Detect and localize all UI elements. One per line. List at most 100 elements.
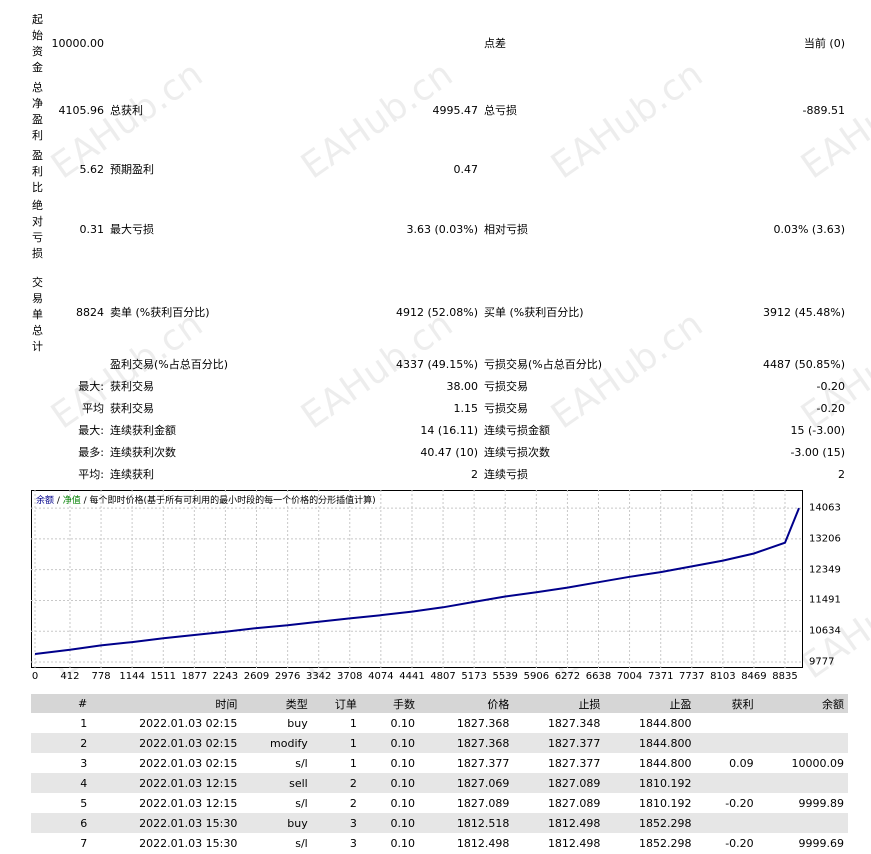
table-header-cell[interactable]: 获利: [695, 694, 758, 713]
chart-legend: 余额 / 净值 / 每个即时价格(基于所有可利用的最小时段的每一个价格的分形插值…: [36, 493, 376, 506]
gross-loss-value: -889.51: [802, 104, 845, 117]
x-tick-label: 778: [91, 671, 111, 682]
watermark-text: EAHub.cn: [793, 53, 871, 188]
table-cell: [695, 773, 758, 793]
table-cell: 10000.09: [791, 756, 845, 770]
table-cell: s/l: [295, 836, 308, 850]
table-cell: 1827.348: [547, 716, 601, 730]
table-cell: 3: [80, 756, 88, 770]
max-consec-loss-count-label: 连续亏损次数: [484, 446, 550, 459]
table-cell: 1812.518: [419, 813, 514, 833]
x-tick-label: 7371: [647, 671, 674, 682]
short-positions-value: 4912 (52.08%): [395, 306, 478, 319]
table-cell: s/l: [295, 796, 308, 810]
table-cell: 0.09: [729, 756, 754, 770]
relative-drawdown-label: 相对亏损: [484, 223, 528, 236]
table-header-cell[interactable]: 价格: [419, 694, 514, 713]
table-cell: 0.10: [390, 796, 416, 810]
total-net-profit-value: 4105.96: [58, 104, 105, 117]
table-cell: 1812.498: [547, 836, 601, 850]
average-profit-value: 1.15: [453, 402, 479, 415]
table-cell: 2022.01.03 15:30: [139, 836, 238, 850]
table-header-cell[interactable]: 止损: [513, 694, 605, 713]
x-tick-label: 1511: [150, 671, 176, 682]
max-consec-amount-prefix: 最大:: [78, 424, 104, 437]
table-cell: 1844.800: [604, 733, 696, 753]
max-consec-count-prefix: 最多:: [78, 446, 104, 459]
table-cell: 1852.298: [604, 813, 696, 833]
table-cell: -0.20: [725, 836, 754, 850]
table-header-cell[interactable]: 订单: [311, 694, 361, 713]
x-tick-label: 2243: [212, 671, 239, 682]
table-cell: 1810.192: [639, 796, 692, 810]
table-cell: [758, 713, 848, 733]
deals-table: # 时间 类型 订单 手数 价格 止损 止盈 获利 余额 1 2022.01.03 02:15 buy…: [31, 694, 848, 853]
max-consec-win-amount-value: 14 (16.11): [420, 424, 478, 437]
table-cell: [757, 813, 848, 833]
x-tick-label: 1877: [181, 671, 208, 682]
total-trades-value: 8824: [76, 306, 104, 319]
legend-balance: 余额: [36, 496, 55, 506]
absolute-drawdown-label: 绝对亏损: [32, 199, 43, 260]
x-tick-label: 8469: [741, 671, 767, 682]
watermark-text: EAHub.cn: [543, 53, 711, 188]
y-tick-label: 12349: [809, 564, 841, 576]
spread-label: 点差: [484, 37, 506, 50]
table-cell: 3: [349, 836, 357, 850]
table-cell: 1852.298: [639, 836, 692, 850]
average-prefix: 平均: [82, 402, 104, 415]
gross-profit-value: 4995.47: [432, 104, 479, 117]
table-cell: 1827.368: [456, 716, 510, 730]
x-tick-label: 0: [31, 671, 39, 682]
table-header-cell[interactable]: 时间: [91, 694, 242, 713]
table-cell: buy: [241, 813, 312, 833]
table-row[interactable]: 7 2022.01.03 15:30 s/l 3 0.10 1812.498 1812.49…: [31, 833, 848, 853]
table-cell: 1827.089: [547, 796, 601, 810]
table-header-cell[interactable]: 手数: [360, 694, 420, 713]
table-header-cell[interactable]: 类型: [241, 694, 312, 713]
table-header-cell[interactable]: 止盈: [604, 694, 696, 713]
table-header-cell[interactable]: #: [31, 694, 92, 713]
table-row[interactable]: 5 2022.01.03 12:15 s/l 2 0.10 1827.089 1827.08…: [31, 793, 848, 813]
table-cell: 1810.192: [604, 773, 696, 793]
legend-equity: 净值: [62, 496, 81, 506]
table-row[interactable]: 6 2022.01.03 15:30 buy 3 0.10 1812.518 1812.49…: [31, 813, 848, 833]
gross-profit-label: 总获利: [110, 104, 143, 117]
table-cell: 9999.89: [798, 796, 845, 810]
table-row[interactable]: 1 2022.01.03 02:15 buy 1 0.10 1827.368 1827.34…: [31, 713, 848, 733]
profit-trades-value: 4337 (49.15%): [395, 358, 478, 371]
initial-deposit-value: 10000.00: [51, 37, 105, 50]
table-cell: 0.10: [390, 716, 416, 730]
x-tick-label: 7004: [616, 671, 643, 682]
table-cell: 0.10: [360, 813, 420, 833]
largest-profit-value: 38.00: [446, 380, 479, 393]
x-tick-label: 5906: [523, 671, 550, 682]
max-consec-loss-amount-value: 15 (-3.00): [790, 424, 845, 437]
table-cell: 0.10: [360, 773, 420, 793]
table-row[interactable]: 4 2022.01.03 12:15 sell 2 0.10 1827.069 1827.0…: [31, 773, 848, 793]
legend-description: / 每个即时价格(基于所有可利用的最小时段的每一个价格的分形插值计算): [80, 496, 376, 506]
table-cell: 2: [31, 733, 92, 753]
max-consec-win-count-label: 连续获利次数: [110, 446, 176, 459]
absolute-drawdown-value: 0.31: [79, 223, 105, 236]
table-cell: 4: [31, 773, 92, 793]
largest-profit-label: 获利交易: [110, 380, 154, 393]
table-cell: [757, 773, 848, 793]
short-positions-label: 卖单 (%获利百分比): [110, 306, 210, 319]
table-header-cell[interactable]: 余额: [757, 694, 848, 713]
x-tick-label: 4074: [368, 671, 394, 682]
x-tick-label: 2609: [243, 671, 270, 682]
table-cell: [757, 733, 848, 753]
table-row[interactable]: 2 2022.01.03 02:15 modify 1 0.10 1827.368 1827…: [31, 733, 848, 753]
y-tick-label: 10634: [809, 625, 841, 637]
table-cell: sell: [241, 773, 312, 793]
largest-loss-value: -0.20: [816, 380, 845, 393]
average-profit-label: 获利交易: [110, 402, 154, 415]
table-cell: 1844.800: [639, 716, 692, 730]
table-cell: 0.10: [390, 756, 416, 770]
table-cell: 2022.01.03 02:15: [139, 756, 238, 770]
max-consec-loss-amount-label: 连续亏损金额: [484, 424, 550, 437]
x-tick-label: 5539: [492, 671, 518, 682]
table-row[interactable]: 3 2022.01.03 02:15 s/l 1 0.10 1827.377 1827.37…: [31, 753, 848, 773]
max-consec-loss-count-value: -3.00 (15): [790, 446, 845, 459]
